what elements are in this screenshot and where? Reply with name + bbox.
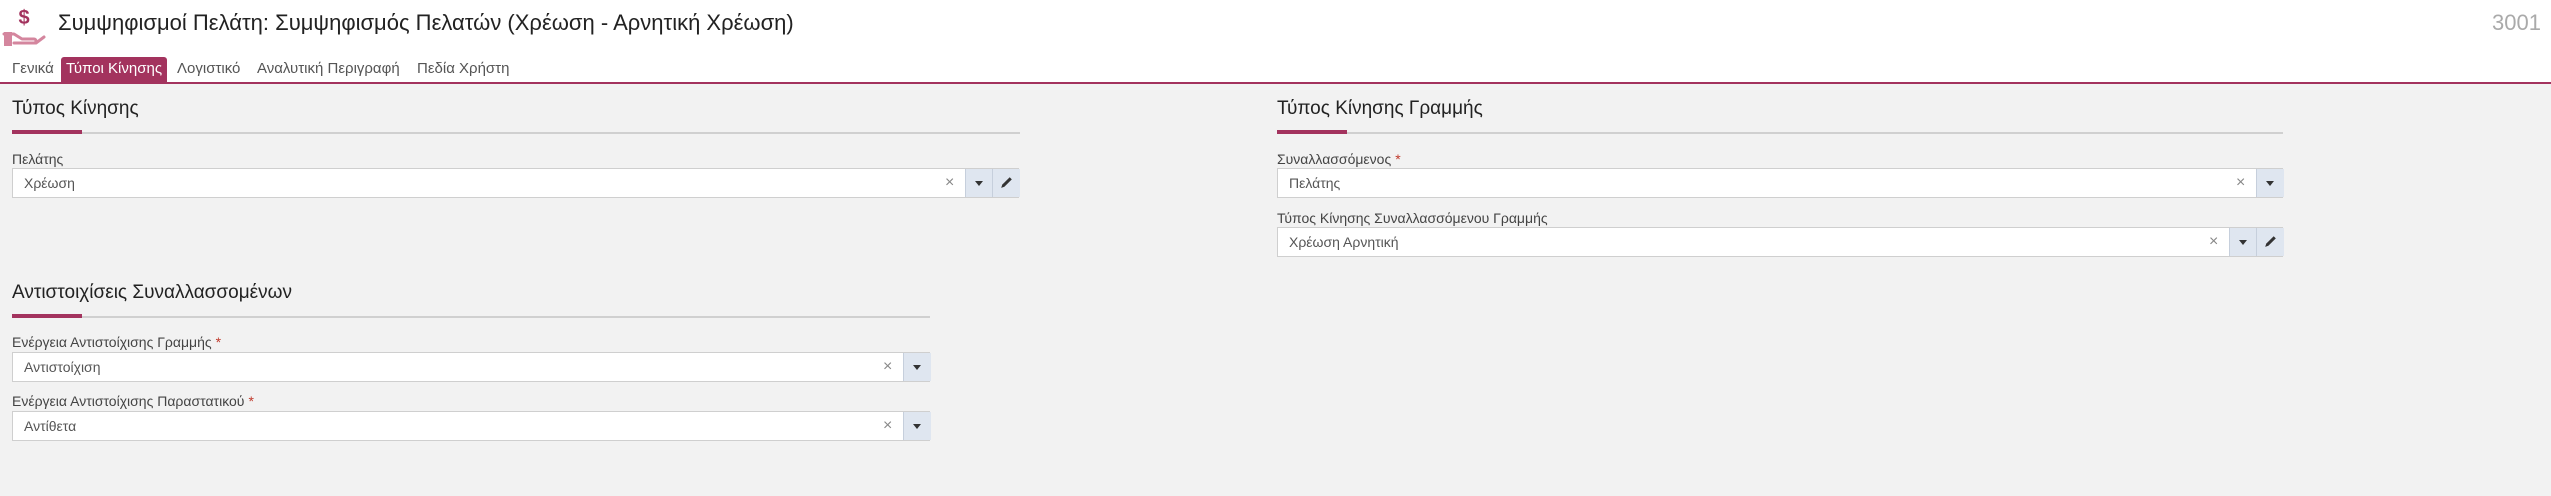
customer-movement-select[interactable]: Χρέωση × xyxy=(12,168,1020,198)
tab-bar: Γενικά Τύποι Κίνησης Λογιστικό Αναλυτική… xyxy=(0,54,2551,84)
dropdown-button[interactable] xyxy=(2256,169,2284,197)
counterparty-value: Πελάτης xyxy=(1289,175,1341,191)
counterparty-line-type-select[interactable]: Χρέωση Αρνητική × xyxy=(1277,227,2284,257)
svg-text:$: $ xyxy=(18,7,29,29)
section-divider xyxy=(12,316,930,318)
pencil-icon xyxy=(2265,236,2276,247)
tab-general[interactable]: Γενικά xyxy=(7,57,59,81)
document-matching-action-select[interactable]: Αντίθετα × xyxy=(12,411,931,441)
chevron-down-icon xyxy=(2266,181,2274,186)
counterparty-line-type-value: Χρέωση Αρνητική xyxy=(1289,234,1399,250)
line-matching-action-select[interactable]: Αντιστοίχιση × xyxy=(12,352,931,382)
required-marker: * xyxy=(248,393,254,409)
section-divider xyxy=(12,132,1020,134)
section-accent xyxy=(1277,130,1347,134)
counterparty-line-type-label: Τύπος Κίνησης Συναλλασσόμενου Γραμμής xyxy=(1277,210,1548,226)
counterparty-select[interactable]: Πελάτης × xyxy=(1277,168,2284,198)
chevron-down-icon xyxy=(913,424,921,429)
document-matching-action-value: Αντίθετα xyxy=(24,418,77,434)
required-marker: * xyxy=(1395,151,1401,167)
clear-icon[interactable]: × xyxy=(945,169,954,197)
customer-label: Πελάτης xyxy=(12,151,64,167)
counterparty-label: Συναλλασσόμενος * xyxy=(1277,151,1401,167)
clear-icon[interactable]: × xyxy=(2209,228,2218,256)
tab-detailed-description[interactable]: Αναλυτική Περιγραφή xyxy=(252,57,405,81)
line-matching-action-value: Αντιστοίχιση xyxy=(24,359,101,375)
dropdown-button[interactable] xyxy=(2229,228,2257,256)
pencil-icon xyxy=(1001,177,1012,188)
section-title-movement-type: Τύπος Κίνησης xyxy=(12,98,139,119)
edit-button[interactable] xyxy=(2256,228,2284,256)
required-marker: * xyxy=(215,334,222,350)
section-accent xyxy=(12,314,82,318)
dropdown-button[interactable] xyxy=(965,169,993,197)
clear-icon[interactable]: × xyxy=(883,353,892,381)
page-title: Συμψηφισμοί Πελάτη: Συμψηφισμός Πελατών … xyxy=(58,10,794,35)
section-title-line-movement-type: Τύπος Κίνησης Γραμμής xyxy=(1277,98,1483,119)
clear-icon[interactable]: × xyxy=(883,412,892,440)
chevron-down-icon xyxy=(975,181,983,186)
chevron-down-icon xyxy=(2239,240,2247,245)
hand-dollar-icon: $ xyxy=(2,7,46,46)
document-matching-action-label: Ενέργεια Αντιστοίχισης Παραστατικού * xyxy=(12,393,254,409)
document-number: 3001 xyxy=(2492,10,2541,35)
dropdown-button[interactable] xyxy=(903,353,931,381)
line-matching-action-label: Ενέργεια Αντιστοίχισης Γραμμής * xyxy=(12,334,222,350)
tab-movement-types[interactable]: Τύποι Κίνησης xyxy=(61,57,168,82)
section-accent xyxy=(12,130,82,134)
tab-accounting[interactable]: Λογιστικό xyxy=(172,57,245,81)
customer-movement-value: Χρέωση xyxy=(24,175,75,191)
section-title-counterparty-matching: Αντιστοιχίσεις Συναλλασσομένων xyxy=(12,282,292,303)
tab-user-fields[interactable]: Πεδία Χρήστη xyxy=(412,57,514,81)
edit-button[interactable] xyxy=(992,169,1020,197)
clear-icon[interactable]: × xyxy=(2236,169,2245,197)
chevron-down-icon xyxy=(913,365,921,370)
dropdown-button[interactable] xyxy=(903,412,931,440)
section-divider xyxy=(1277,132,2283,134)
page-header: $ Συμψηφισμοί Πελάτη: Συμψηφισμός Πελατώ… xyxy=(0,0,2551,54)
